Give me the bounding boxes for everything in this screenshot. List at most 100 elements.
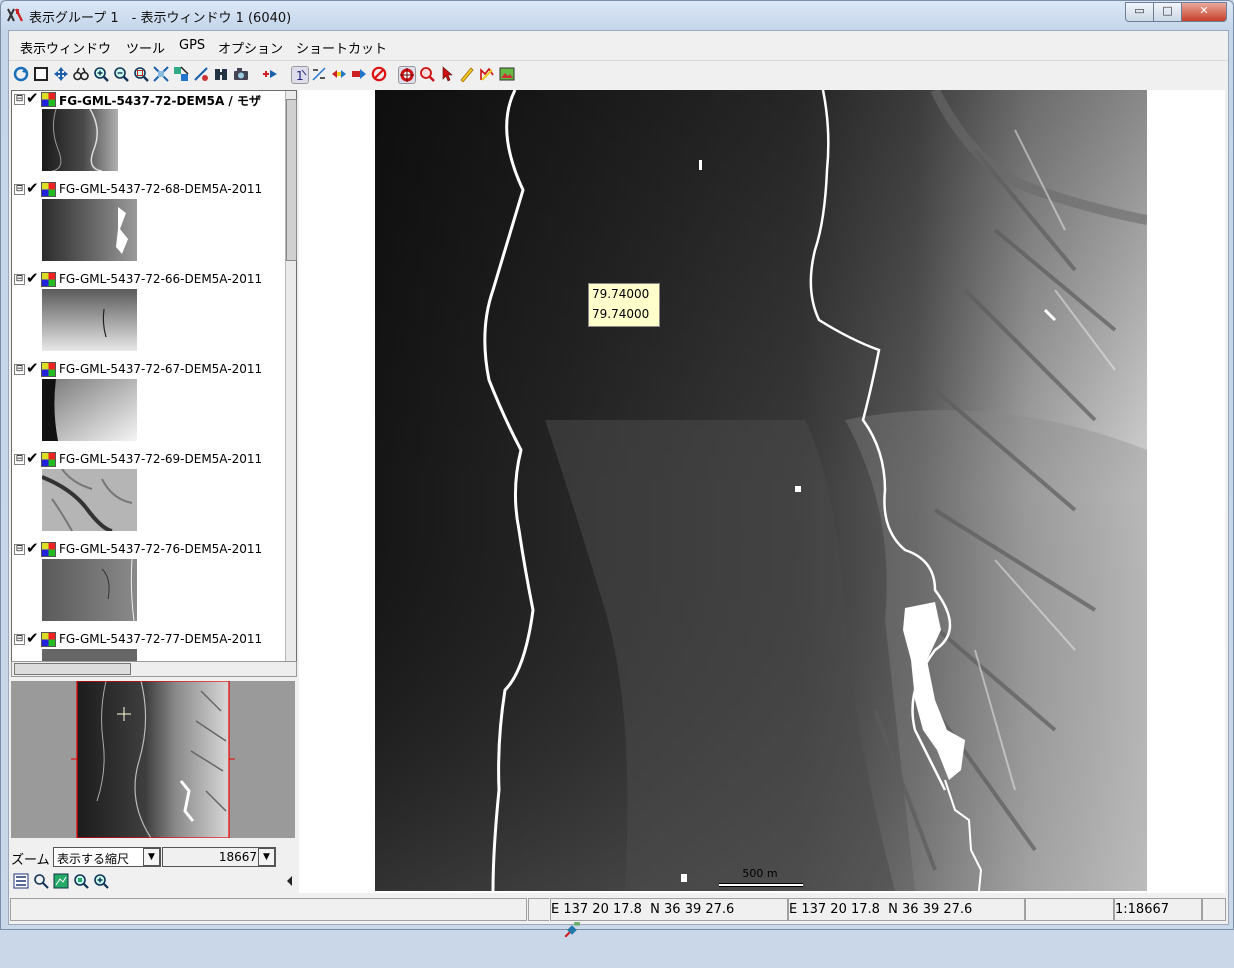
layer-item[interactable]: ⊟ ✔ FG-GML-5437-72-77-DEM5A-2011 (12, 631, 284, 661)
menu-gps[interactable]: GPS (179, 38, 205, 53)
stop-icon[interactable] (371, 66, 387, 82)
resize-grip[interactable] (1202, 898, 1226, 921)
visibility-checkbox[interactable]: ✔ (26, 541, 39, 556)
layer-name[interactable]: FG-GML-5437-72-66-DEM5A-2011 (59, 272, 262, 286)
visibility-checkbox[interactable]: ✔ (26, 181, 39, 196)
menu-tools[interactable]: ツール (126, 38, 165, 57)
menu-options[interactable]: オプション (218, 38, 283, 57)
collapse-toggle[interactable]: ⊟ (14, 274, 25, 285)
app-logo-icon (7, 7, 24, 23)
minimize-button[interactable]: ▭ (1125, 2, 1154, 22)
camera-icon[interactable] (233, 66, 249, 82)
overview-map[interactable] (11, 681, 295, 838)
pan-icon[interactable] (53, 66, 69, 82)
zoom-to-icon[interactable] (73, 873, 89, 889)
chevron-down-icon[interactable]: ▼ (258, 848, 275, 866)
zoom-mode-select[interactable]: 表示する縮尺 ▼ (53, 847, 161, 867)
maximize-button[interactable]: □ (1153, 2, 1182, 22)
status-empty (1025, 898, 1114, 921)
raster-rgb-icon (41, 92, 56, 107)
redraw-icon[interactable] (13, 66, 29, 82)
layer-name[interactable]: FG-GML-5437-72-69-DEM5A-2011 (59, 452, 262, 466)
full-extent-icon[interactable] (33, 66, 49, 82)
layer-item[interactable]: ⊟ ✔ FG-GML-5437-72-68-DEM5A-2011 (12, 181, 284, 271)
zoom-mode-value: 表示する縮尺 (57, 852, 130, 866)
gps-satellite-icon[interactable] (528, 898, 580, 938)
layer-thumbnail (42, 649, 137, 661)
panel-tools (11, 871, 295, 891)
zoom-box-icon[interactable] (133, 66, 149, 82)
target-icon[interactable] (398, 66, 416, 84)
map-canvas[interactable]: 79.74000 79.74000 500 m (299, 90, 1225, 893)
collapse-toggle[interactable]: ⊟ (14, 634, 25, 645)
layer-name[interactable]: FG-GML-5437-72-77-DEM5A-2011 (59, 632, 262, 646)
layer-item[interactable]: ⊟ ✔ FG-GML-5437-72-66-DEM5A-2011 (12, 271, 284, 361)
add-layer-icon[interactable] (262, 66, 278, 82)
zoom-out-icon[interactable] (113, 66, 129, 82)
collapse-toggle[interactable]: ⊟ (14, 364, 25, 375)
inspect-icon[interactable] (419, 66, 435, 82)
search-icon[interactable] (33, 873, 49, 889)
zoom-label: ズーム (11, 853, 50, 868)
collapse-toggle[interactable]: ⊟ (14, 184, 25, 195)
select-one-icon[interactable]: 1 (291, 66, 309, 84)
layer-item[interactable]: ⊟ ✔ FG-GML-5437-72-DEM5A / モザ (12, 91, 284, 181)
zoom-in-icon[interactable] (93, 66, 109, 82)
menu-shortcuts[interactable]: ショートカット (296, 38, 387, 57)
collapse-toggle[interactable]: ⊟ (14, 94, 25, 105)
picture-icon[interactable] (499, 66, 515, 82)
layer-item[interactable]: ⊟ ✔ FG-GML-5437-72-67-DEM5A-2011 (12, 361, 284, 451)
zoom-in-icon[interactable] (93, 873, 109, 889)
layer-list-icon[interactable] (13, 873, 29, 889)
scale-combobox[interactable]: 18667 ▼ (162, 847, 276, 867)
map-view-icon[interactable] (53, 873, 69, 889)
sketch-icon[interactable] (459, 66, 475, 82)
visibility-checkbox[interactable]: ✔ (26, 91, 39, 106)
pixel-value-tooltip: 79.74000 79.74000 (588, 283, 660, 327)
visibility-checkbox[interactable]: ✔ (26, 631, 39, 646)
tooltip-value-line: 79.74000 (592, 287, 650, 301)
app-window: 表示グループ 1 - 表示ウィンドウ 1 (6040) ▭ □ ✕ 表示ウィンド… (0, 0, 1234, 938)
previous-next-icon[interactable] (331, 66, 347, 82)
measure-icon[interactable] (311, 66, 327, 82)
forward-icon[interactable] (351, 66, 367, 82)
layer-item[interactable]: ⊟ ✔ FG-GML-5437-72-69-DEM5A-2011 (12, 451, 284, 541)
scrollbar-thumb[interactable] (286, 99, 297, 261)
visibility-checkbox[interactable]: ✔ (26, 451, 39, 466)
zoom-layer-icon[interactable] (153, 66, 169, 82)
chevron-down-icon[interactable]: ▼ (143, 848, 160, 866)
layer-name[interactable]: FG-GML-5437-72-DEM5A / モザ (59, 92, 261, 109)
menu-view-window[interactable]: 表示ウィンドウ (20, 38, 111, 57)
zoom-selected-icon[interactable] (173, 66, 189, 82)
layer-name[interactable]: FG-GML-5437-72-68-DEM5A-2011 (59, 182, 262, 196)
layer-item[interactable]: ⊟ ✔ FG-GML-5437-72-76-DEM5A-2011 (12, 541, 284, 631)
edit-icon[interactable] (479, 66, 495, 82)
collapse-panel-icon[interactable] (287, 876, 292, 886)
layer-list-hscrollbar[interactable] (11, 661, 297, 677)
visibility-checkbox[interactable]: ✔ (26, 271, 39, 286)
layer-thumbnail (42, 199, 137, 261)
layer-thumbnail (42, 109, 118, 171)
raster-rgb-icon (41, 542, 56, 557)
raster-rgb-icon (41, 272, 56, 287)
client-area: 表示ウィンドウ ツール GPS オプション ショートカット 1 ⊟ ✔ FG-G… (8, 30, 1229, 938)
layer-name[interactable]: FG-GML-5437-72-76-DEM5A-2011 (59, 542, 262, 556)
close-button[interactable]: ✕ (1181, 2, 1227, 22)
scale-bar-line (719, 883, 803, 887)
collapse-toggle[interactable]: ⊟ (14, 544, 25, 555)
raster-rgb-icon (41, 182, 56, 197)
pointer-icon[interactable] (439, 66, 455, 82)
zoom-previous-icon[interactable] (193, 66, 209, 82)
binoculars-icon[interactable] (73, 66, 89, 82)
menu-bar: 表示ウィンドウ ツール GPS オプション ショートカット (9, 31, 1228, 61)
layer-list-scrollbar[interactable] (285, 91, 297, 661)
tooltip-value-line: 79.74000 (592, 307, 650, 321)
zoom-controls: ズーム 表示する縮尺 ▼ 18667 ▼ (11, 847, 295, 868)
status-bar: E 137 20 17.8 N 36 39 27.6 E 137 20 17.8… (9, 897, 1228, 938)
layer-name[interactable]: FG-GML-5437-72-67-DEM5A-2011 (59, 362, 262, 376)
hscrollbar-thumb[interactable] (14, 663, 131, 675)
find-icon[interactable] (213, 66, 229, 82)
visibility-checkbox[interactable]: ✔ (26, 361, 39, 376)
title-bar[interactable]: 表示グループ 1 - 表示ウィンドウ 1 (6040) ▭ □ ✕ (1, 1, 1233, 29)
collapse-toggle[interactable]: ⊟ (14, 454, 25, 465)
